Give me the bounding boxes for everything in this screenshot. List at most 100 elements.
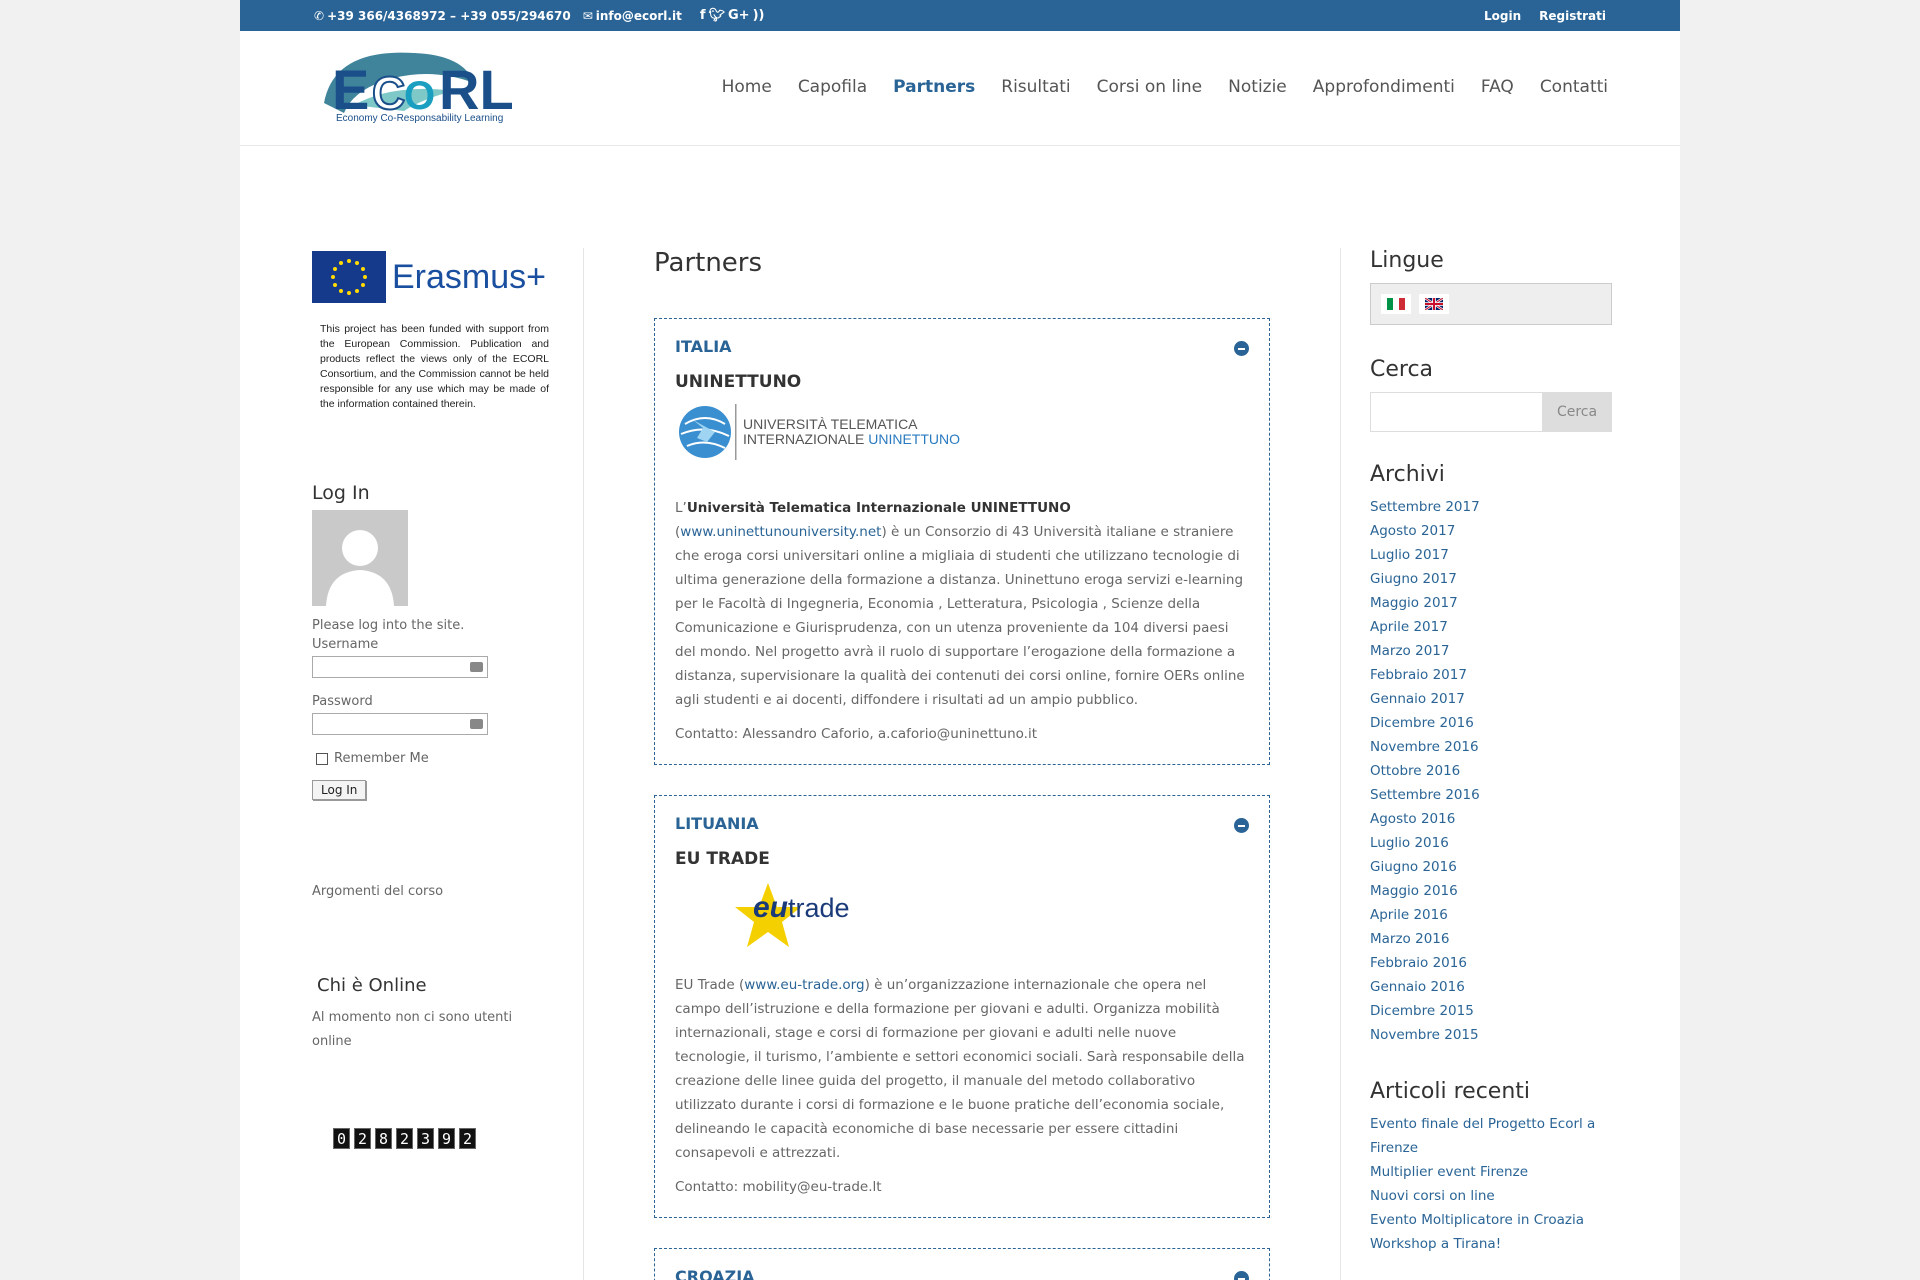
ecorl-logo[interactable]: E C O RL Economy Co-Responsability Learn…: [314, 43, 534, 127]
phone-icon: ✆: [314, 8, 325, 23]
archive-link[interactable]: Febbraio 2016: [1370, 951, 1612, 975]
partner-country[interactable]: ITALIA: [675, 337, 1249, 356]
recent-post-link[interactable]: Evento finale del Progetto Ecorl a Firen…: [1370, 1112, 1612, 1160]
search-button[interactable]: Cerca: [1542, 392, 1612, 432]
eutrade-logo: eutrade: [733, 879, 1249, 953]
twitter-icon[interactable]: 🐦︎: [708, 8, 725, 23]
remember-checkbox[interactable]: [316, 752, 328, 765]
archive-link[interactable]: Novembre 2015: [1370, 1023, 1612, 1047]
logo-line-1: UNIVERSITÀ TELEMATICA: [743, 416, 918, 432]
facebook-icon[interactable]: f: [700, 8, 706, 23]
search-form: Cerca: [1370, 392, 1612, 432]
archive-link[interactable]: Luglio 2017: [1370, 543, 1612, 567]
email-text[interactable]: info@ecorl.it: [596, 9, 682, 23]
svg-text:E: E: [332, 58, 369, 121]
password-label: Password: [312, 694, 373, 709]
archive-link[interactable]: Maggio 2016: [1370, 879, 1612, 903]
erasmus-text: Erasmus+: [392, 257, 546, 296]
page-title: Partners: [654, 248, 763, 278]
right-divider: [1340, 248, 1341, 1280]
globe-icon: [679, 404, 737, 460]
archive-link[interactable]: Marzo 2016: [1370, 927, 1612, 951]
nav-faq[interactable]: FAQ: [1481, 77, 1514, 97]
recent-posts-title: Articoli recenti: [1370, 1079, 1531, 1104]
top-bar: ✆ +39 366/4368972 – +39 055/294670 ✉ info@…: [240, 0, 1680, 31]
avatar: [312, 510, 408, 606]
partner-panel-croazia: CROAZIA: [654, 1248, 1270, 1280]
nav-contatti[interactable]: Contatti: [1540, 77, 1608, 97]
desc-bold: Università Telematica Internazionale UNI…: [686, 500, 1071, 516]
partner-country[interactable]: CROAZIA: [675, 1267, 1249, 1280]
nav-partners[interactable]: Partners: [893, 77, 975, 97]
username-label: Username: [312, 637, 379, 652]
collapse-icon[interactable]: [1234, 818, 1249, 833]
archive-link[interactable]: Settembre 2017: [1370, 495, 1612, 519]
login-title: Log In: [312, 482, 370, 504]
partner-contact: Contatto: Alessandro Caforio, a.caforio@…: [675, 726, 1038, 742]
archive-link[interactable]: Luglio 2016: [1370, 831, 1612, 855]
nav-risultati[interactable]: Risultati: [1001, 77, 1070, 97]
logo-trade: trade: [788, 893, 850, 923]
collapse-icon[interactable]: [1234, 341, 1249, 356]
partner-panel-italia: ITALIA UNINETTUNO UNIVERSITÀ TELEMATICA …: [654, 318, 1270, 765]
partner-name: EU TRADE: [675, 849, 770, 869]
archive-link[interactable]: Dicembre 2015: [1370, 999, 1612, 1023]
italian-flag-icon[interactable]: [1381, 294, 1411, 314]
login-link[interactable]: Login: [1484, 9, 1521, 23]
recent-post-link[interactable]: Nuovi corsi on line: [1370, 1184, 1612, 1208]
archive-link[interactable]: Agosto 2017: [1370, 519, 1612, 543]
partner-website-link[interactable]: www.uninettunouniversity.net: [680, 524, 881, 540]
languages-title: Lingue: [1370, 248, 1444, 273]
nav-home[interactable]: Home: [722, 77, 772, 97]
archive-link[interactable]: Febbraio 2017: [1370, 663, 1612, 687]
rss-icon[interactable]: )): [753, 8, 765, 23]
archive-link[interactable]: Agosto 2016: [1370, 807, 1612, 831]
archive-list: Settembre 2017 Agosto 2017 Luglio 2017 G…: [1370, 495, 1612, 1047]
archive-link[interactable]: Giugno 2017: [1370, 567, 1612, 591]
logo-tagline: Economy Co-Responsability Learning: [336, 113, 504, 124]
collapse-icon[interactable]: [1234, 1271, 1249, 1280]
page: ✆ +39 366/4368972 – +39 055/294670 ✉ info@…: [240, 0, 1680, 1280]
register-link[interactable]: Registrati: [1539, 9, 1606, 23]
counter-digit: 2: [459, 1128, 476, 1149]
partner-contact: Contatto: mobility@eu-trade.lt: [675, 1179, 882, 1195]
recent-post-link[interactable]: Multiplier event Firenze: [1370, 1160, 1612, 1184]
logo-line-2a: INTERNAZIONALE: [743, 431, 865, 447]
archive-link[interactable]: Marzo 2017: [1370, 639, 1612, 663]
nav-notizie[interactable]: Notizie: [1228, 77, 1287, 97]
archive-link[interactable]: Giugno 2016: [1370, 855, 1612, 879]
svg-text:C: C: [372, 67, 405, 119]
archive-link[interactable]: Gennaio 2016: [1370, 975, 1612, 999]
counter-digit: 0: [333, 1128, 350, 1149]
recent-posts-list: Evento finale del Progetto Ecorl a Firen…: [1370, 1112, 1612, 1256]
desc-body: ) è un Consorzio di 43 Università italia…: [675, 524, 1245, 708]
archive-link[interactable]: Ottobre 2016: [1370, 759, 1612, 783]
english-flag-icon[interactable]: [1419, 294, 1449, 314]
phone: ✆ +39 366/4368972 – +39 055/294670: [314, 9, 571, 23]
remember-me[interactable]: Remember Me: [316, 751, 557, 766]
social-icons: f 🐦︎ G+ )): [700, 8, 765, 23]
archive-link[interactable]: Novembre 2016: [1370, 735, 1612, 759]
archive-link[interactable]: Aprile 2016: [1370, 903, 1612, 927]
email[interactable]: ✉ info@ecorl.it: [583, 9, 682, 23]
partner-website-link[interactable]: www.eu-trade.org: [744, 977, 864, 993]
recent-post-link[interactable]: Evento Moltiplicatore in Croazia: [1370, 1208, 1612, 1232]
password-input[interactable]: [312, 713, 488, 735]
archive-link[interactable]: Settembre 2016: [1370, 783, 1612, 807]
archive-link[interactable]: Aprile 2017: [1370, 615, 1612, 639]
partner-country[interactable]: LITUANIA: [675, 814, 1249, 833]
search-input[interactable]: [1370, 392, 1542, 432]
nav-capofila[interactable]: Capofila: [798, 77, 867, 97]
archive-link[interactable]: Dicembre 2016: [1370, 711, 1612, 735]
desc-prefix: L’: [675, 500, 687, 516]
username-input[interactable]: [312, 656, 488, 678]
google-plus-icon[interactable]: G+: [728, 8, 750, 23]
archive-link[interactable]: Gennaio 2017: [1370, 687, 1612, 711]
nav-approfondimenti[interactable]: Approfondimenti: [1313, 77, 1455, 97]
archive-link[interactable]: Maggio 2017: [1370, 591, 1612, 615]
recent-post-link[interactable]: Workshop a Tirana!: [1370, 1232, 1612, 1256]
login-button[interactable]: Log In: [312, 780, 367, 800]
nav-corsi-online[interactable]: Corsi on line: [1097, 77, 1203, 97]
search-title: Cerca: [1370, 357, 1434, 382]
partner-name: UNINETTUNO: [675, 372, 802, 392]
